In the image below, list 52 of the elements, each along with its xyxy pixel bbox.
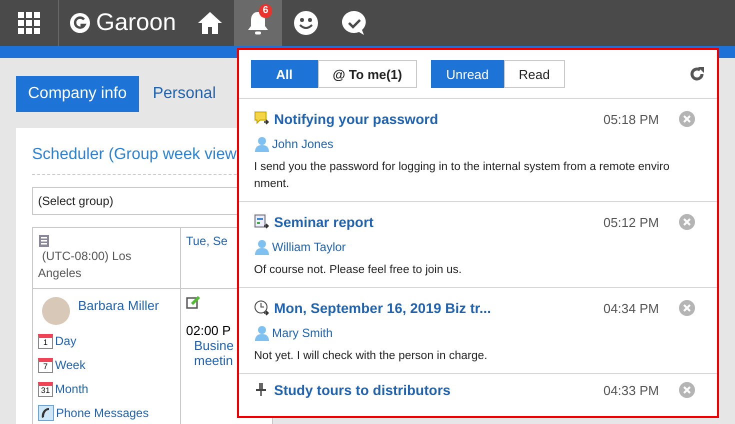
tab[interactable]: Personal [140, 76, 228, 112]
notification-time: 04:33 PM [603, 382, 659, 398]
timezone-label: (UTC-08:00) Los Angeles [38, 249, 132, 280]
speech-bubble-icon [254, 111, 270, 127]
tab[interactable]: Company info [16, 76, 139, 112]
refresh-icon [689, 66, 705, 82]
home-icon [197, 11, 224, 35]
phone-icon [38, 405, 54, 421]
building-icon [38, 234, 50, 248]
schedule-link[interactable]: Week [55, 358, 86, 372]
person-icon [254, 136, 270, 152]
clock-icon [254, 300, 270, 316]
close-icon [679, 300, 695, 316]
person-icon [254, 325, 270, 341]
notification-title[interactable]: Seminar report [274, 214, 600, 230]
schedule-link[interactable]: Month [55, 382, 88, 396]
filter-tab[interactable]: @ To me(1) [318, 60, 418, 88]
notification-title[interactable]: Notifying your password [274, 111, 600, 127]
notification-title[interactable]: Mon, September 16, 2019 Biz tr... [274, 300, 600, 316]
chat-check-icon [341, 10, 368, 36]
close-icon [679, 382, 695, 398]
user-link[interactable]: Barbara Miller [78, 297, 159, 313]
edit-icon [186, 295, 200, 309]
calendar-icon: 31 [38, 382, 53, 396]
calendar-icon: 1 [38, 334, 53, 348]
person-icon [254, 239, 270, 255]
grid-icon [18, 12, 40, 34]
logo-icon [69, 12, 91, 34]
app-name: Garoon [96, 9, 176, 37]
sender-link[interactable]: William Taylor [272, 240, 346, 254]
notification-time: 04:34 PM [603, 300, 659, 316]
calendar-icon: 7 [38, 358, 53, 372]
avatar [42, 297, 70, 325]
notification-time: 05:18 PM [603, 112, 659, 126]
report-icon [254, 214, 270, 230]
close-icon [679, 214, 695, 230]
filter-tab[interactable]: Read [504, 60, 565, 88]
schedule-link[interactable]: Phone Messages [56, 406, 149, 420]
notification-time: 05:12 PM [603, 214, 659, 230]
event-time: 02:00 P [186, 323, 232, 338]
notification-title[interactable]: Study tours to distributors [274, 382, 600, 398]
filter-tab[interactable]: Unread [431, 60, 504, 88]
schedule-link[interactable]: Day [55, 334, 76, 348]
close-icon [679, 111, 695, 127]
filter-tab[interactable]: All [251, 60, 318, 88]
refresh-button[interactable] [689, 66, 705, 82]
notification-badge: 6 [259, 4, 272, 18]
sender-link[interactable]: John Jones [272, 137, 334, 151]
notifications-button[interactable]: 6 [234, 0, 282, 46]
sender-link[interactable]: Mary Smith [272, 326, 333, 340]
notification-text: Not yet. I will check with the person in charge. [254, 349, 488, 364]
smiley-icon [293, 10, 320, 36]
